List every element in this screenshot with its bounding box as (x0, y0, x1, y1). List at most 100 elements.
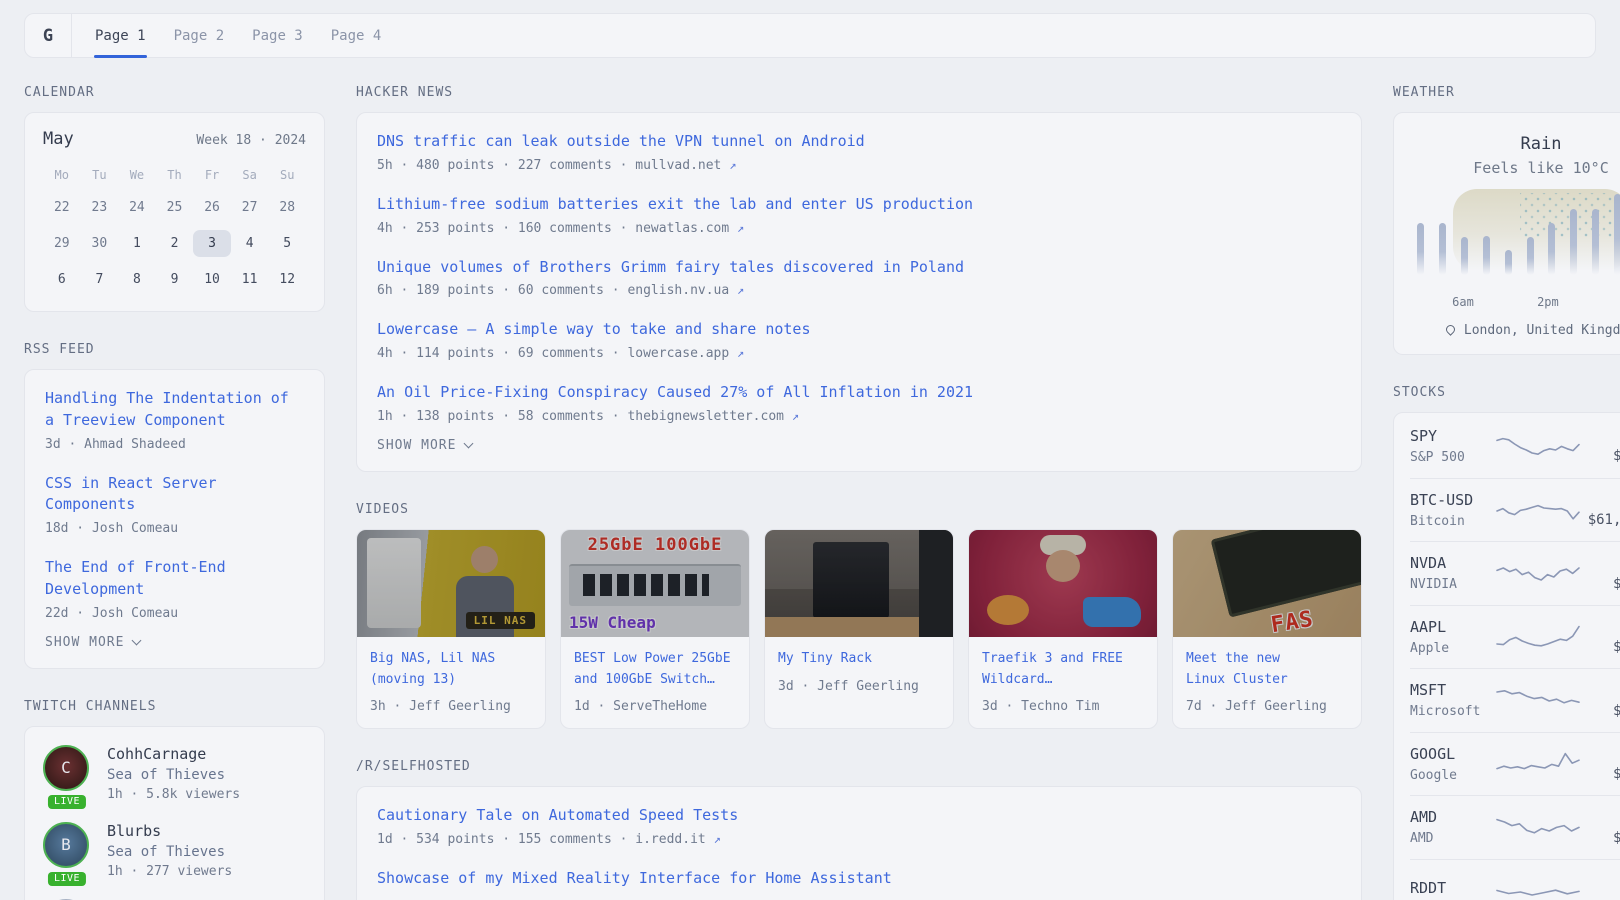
stock-price: $888.12 (1587, 576, 1620, 592)
stock-change: +3.49% (1587, 555, 1620, 571)
stock-name: AMD (1410, 831, 1495, 846)
hn-item-meta-text: 5h · 480 points · 227 comments · mullvad… (377, 158, 721, 173)
calendar-day-header: Sa (231, 165, 269, 185)
stock-change: +4.56% (1587, 491, 1620, 507)
stock-price: $184.51 (1587, 639, 1620, 655)
calendar-day-header: Mo (43, 165, 81, 185)
hn-item: Unique volumes of Brothers Grimm fairy t… (377, 257, 1341, 299)
calendar-day: 10 (193, 266, 231, 293)
external-link-icon[interactable]: ↗ (737, 346, 744, 360)
twitch-channel-name[interactable]: Blurbs (107, 822, 232, 840)
avatar: C LIVE (43, 745, 91, 802)
weather-card: Rain Feels like 10°C 12° 6am2pm10pm Lond… (1393, 112, 1620, 355)
calendar-day: 30 (81, 230, 119, 257)
chevron-down-icon (464, 438, 474, 448)
stock-symbol: MSFT (1410, 681, 1495, 699)
video-title-link[interactable]: BEST Low Power 25GbE and 100GbE Switch… (574, 649, 736, 691)
stock-price: $406.76 (1587, 703, 1620, 719)
calendar-day: 26 (193, 194, 231, 221)
hackernews-card: DNS traffic can leak outside the VPN tun… (356, 112, 1362, 472)
hn-item-meta-text: 6h · 189 points · 60 comments · english.… (377, 283, 729, 298)
video-card: My Tiny Rack 3d · Jeff Geerling (764, 529, 954, 730)
hn-item-link[interactable]: Unique volumes of Brothers Grimm fairy t… (377, 257, 1341, 279)
video-title-link[interactable]: Big NAS, Lil NAS (moving 13) (370, 649, 532, 691)
calendar-day: 22 (43, 194, 81, 221)
person-graphic (471, 546, 498, 573)
reddit-item-link[interactable]: Showcase of my Mixed Reality Interface f… (377, 868, 1341, 890)
section-title-rss: RSS FEED (24, 342, 325, 357)
stock-change: -1.59% (1587, 880, 1620, 896)
external-link-icon[interactable]: ↗ (714, 832, 721, 846)
stock-row[interactable]: NVDANVIDIA +3.49%$888.12 (1410, 541, 1620, 605)
twitch-avatar-blurbs[interactable]: B (43, 822, 89, 868)
video-card: 25GbE 100GbE 15W Cheap BEST Low Power 25… (560, 529, 750, 730)
stock-sparkline (1495, 617, 1581, 657)
video-thumbnail[interactable] (969, 530, 1157, 637)
tab-page-1[interactable]: Page 1 (94, 14, 147, 57)
calendar-day-header: Tu (81, 165, 119, 185)
stock-name: Bitcoin (1410, 514, 1495, 529)
calendar-day: 27 (231, 194, 269, 221)
hn-item-link[interactable]: Lithium-free sodium batteries exit the l… (377, 194, 1341, 216)
tab-page-3[interactable]: Page 3 (251, 14, 304, 57)
reddit-item-meta-text: 1d · 534 points · 155 comments · i.redd.… (377, 832, 706, 847)
stock-name: Google (1410, 768, 1495, 783)
hn-item-link[interactable]: Lowercase – A simple way to take and sha… (377, 319, 1341, 341)
video-title-link[interactable]: Meet the new Linux Cluster (1186, 649, 1348, 691)
external-link-icon[interactable]: ↗ (792, 409, 799, 423)
external-link-icon[interactable]: ↗ (737, 283, 744, 297)
hn-item-meta: 1h · 138 points · 58 comments · thebigne… (377, 409, 1341, 424)
twitch-channel-name[interactable]: CohhCarnage (107, 745, 240, 763)
hn-item-meta-text: 4h · 253 points · 160 comments · newatla… (377, 221, 729, 236)
video-thumbnail[interactable]: FAS (1173, 530, 1361, 637)
hn-item-link[interactable]: An Oil Price-Fixing Conspiracy Caused 27… (377, 382, 1341, 404)
twitch-channel-meta: 1h · 277 viewers (107, 864, 232, 879)
stock-row[interactable]: BTC-USDBitcoin +4.56%$61,820.02 (1410, 478, 1620, 542)
stock-row[interactable]: SPYS&P 500 +1.32%$511.69 (1410, 414, 1620, 478)
rss-item-link[interactable]: CSS in React Server Components (45, 473, 304, 517)
switch-ports-graphic (583, 574, 709, 596)
calendar-card: May Week 18 · 2024 Mo Tu We Th Fr Sa Su … (24, 112, 325, 312)
rss-card: Handling The Indentation of a Treeview C… (24, 369, 325, 669)
section-title-videos: VIDEOS (356, 502, 1362, 517)
hn-item: DNS traffic can leak outside the VPN tun… (377, 131, 1341, 173)
external-link-icon[interactable]: ↗ (729, 158, 736, 172)
stocks-card: SPYS&P 500 +1.32%$511.69 BTC-USDBitcoin … (1393, 412, 1620, 900)
calendar-day: 25 (156, 194, 194, 221)
stock-row[interactable]: GOOGLGoogle +0.25%$167.03 (1410, 732, 1620, 796)
show-more-button[interactable]: SHOW MORE (377, 438, 472, 453)
video-title-link[interactable]: My Tiny Rack (778, 649, 940, 670)
live-badge: LIVE (48, 872, 86, 886)
stock-price: $511.69 (1587, 448, 1620, 464)
video-title-link[interactable]: Traefik 3 and FREE Wildcard… (982, 649, 1144, 691)
video-meta: 1d · ServeTheHome (574, 699, 736, 714)
thumbnail-caption: FAS (1269, 607, 1315, 637)
avatar: B LIVE (43, 822, 91, 879)
hn-item-link[interactable]: DNS traffic can leak outside the VPN tun… (377, 131, 1341, 153)
stock-row[interactable]: AMDAMD +2.97%$150.50 (1410, 795, 1620, 859)
stock-name: Microsoft (1410, 704, 1495, 719)
stock-row[interactable]: MSFTMicrosoft +2.24%$406.76 (1410, 668, 1620, 732)
tab-page-2[interactable]: Page 2 (173, 14, 226, 57)
external-link-icon[interactable]: ↗ (737, 221, 744, 235)
twitch-channel-meta: 1h · 5.8k viewers (107, 787, 240, 802)
section-title-stocks: STOCKS (1393, 385, 1620, 400)
video-thumbnail[interactable] (765, 530, 953, 637)
rss-item-link[interactable]: Handling The Indentation of a Treeview C… (45, 388, 304, 432)
weather-location: London, United Kingdom (1410, 323, 1620, 338)
video-thumbnail[interactable]: 25GbE 100GbE 15W Cheap (561, 530, 749, 637)
stock-symbol: BTC-USD (1410, 491, 1495, 509)
video-thumbnail[interactable]: LIL NAS (357, 530, 545, 637)
stock-row[interactable]: AAPLApple +6.63%$184.51 (1410, 605, 1620, 669)
reddit-item-link[interactable]: Cautionary Tale on Automated Speed Tests (377, 805, 1341, 827)
twitch-channel-game: Sea of Thieves (107, 844, 232, 860)
hn-item: Lithium-free sodium batteries exit the l… (377, 194, 1341, 236)
rss-item-link[interactable]: The End of Front-End Development (45, 557, 304, 601)
show-more-button[interactable]: SHOW MORE (45, 635, 140, 650)
tab-page-4[interactable]: Page 4 (330, 14, 383, 57)
stock-row[interactable]: RDDT -1.59% (1410, 859, 1620, 900)
twitch-avatar-cohhcarnage[interactable]: C (43, 745, 89, 791)
hn-item-meta: 4h · 253 points · 160 comments · newatla… (377, 221, 1341, 236)
video-info: Big NAS, Lil NAS (moving 13) 3h · Jeff G… (357, 637, 545, 729)
app-logo[interactable]: G (25, 14, 72, 57)
